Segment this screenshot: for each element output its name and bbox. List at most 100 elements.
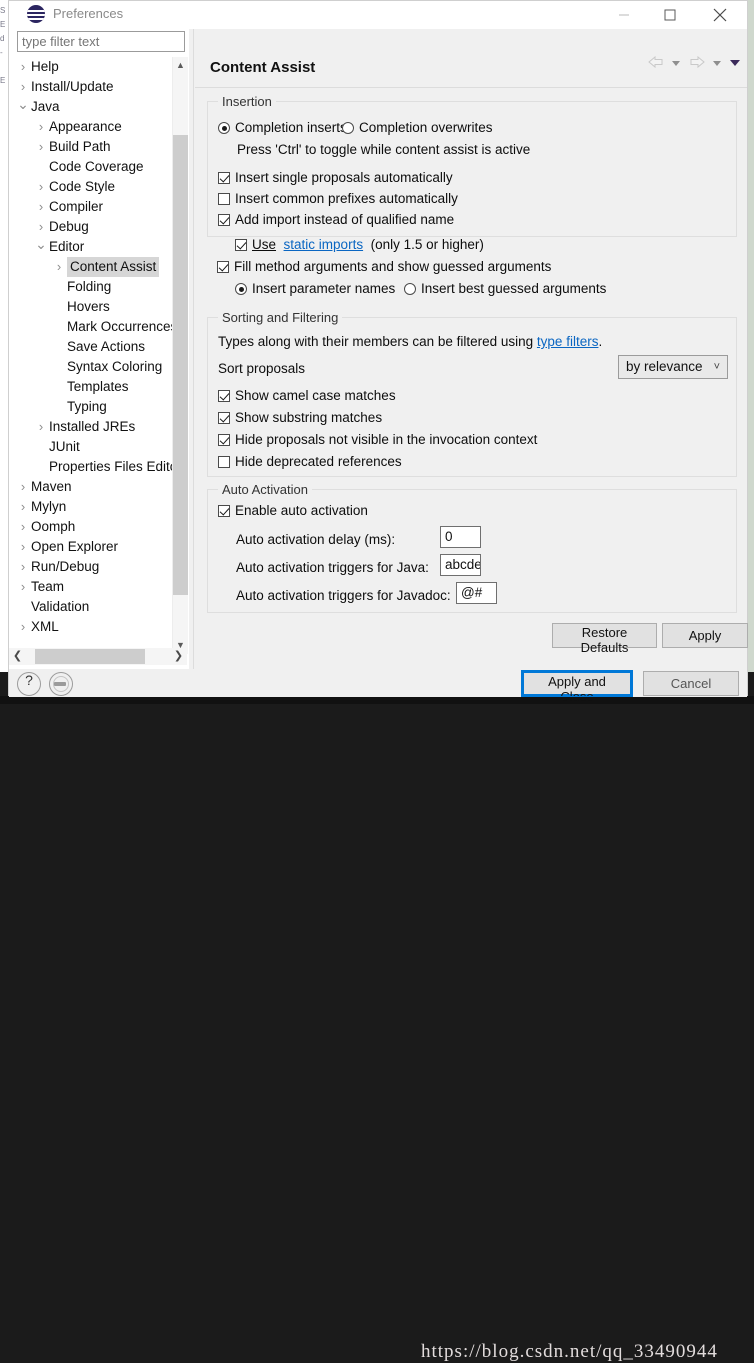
chevron-right-icon[interactable]: › <box>35 197 47 217</box>
close-button[interactable] <box>697 1 743 29</box>
sidebar-item-code-style[interactable]: › Code Style <box>9 177 179 197</box>
checkbox-indicator <box>218 193 230 205</box>
static-imports-link[interactable]: static imports <box>284 237 364 252</box>
sidebar-item-hovers[interactable]: Hovers <box>9 297 179 317</box>
sidebar-item-java[interactable]: ⌄ Java <box>9 97 179 117</box>
sort-proposals-select[interactable]: by relevance ˅ <box>618 355 728 379</box>
scroll-up-icon[interactable]: ▲ <box>173 57 188 74</box>
hide-invisible-proposals-checkbox[interactable]: Hide proposals not visible in the invoca… <box>218 432 537 447</box>
chevron-right-icon[interactable]: › <box>17 557 29 577</box>
chevron-right-icon[interactable]: › <box>53 257 65 277</box>
chevron-right-icon[interactable]: › <box>17 537 29 557</box>
sidebar-item-help[interactable]: › Help <box>9 57 179 77</box>
apply-and-close-button[interactable]: Apply and Close <box>521 670 633 704</box>
import-export-icon[interactable] <box>49 672 73 696</box>
sidebar-item-code-coverage[interactable]: Code Coverage <box>9 157 179 177</box>
chevron-right-icon[interactable]: › <box>17 57 29 77</box>
chevron-right-icon[interactable]: › <box>35 417 47 437</box>
type-filters-link[interactable]: type filters <box>537 334 599 349</box>
sidebar-item-templates[interactable]: Templates <box>9 377 179 397</box>
chevron-right-icon[interactable]: › <box>35 217 47 237</box>
chevron-right-icon[interactable]: › <box>17 77 29 97</box>
sidebar-item-mylyn[interactable]: › Mylyn <box>9 497 179 517</box>
use-static-imports-checkbox[interactable]: Use static imports (only 1.5 or higher) <box>235 237 484 252</box>
sidebar-item-debug[interactable]: › Debug <box>9 217 179 237</box>
auto-activation-javadoc-input[interactable]: @# <box>456 582 497 604</box>
sidebar-item-team[interactable]: › Team <box>9 577 179 597</box>
tree-vertical-scrollbar[interactable]: ▲ ▼ <box>172 57 188 654</box>
help-icon[interactable]: ? <box>17 672 41 696</box>
scroll-right-icon[interactable]: ❯ <box>170 648 187 665</box>
sidebar-item-save-actions[interactable]: Save Actions <box>9 337 179 357</box>
sidebar-item-mark-occurrences[interactable]: Mark Occurrences <box>9 317 179 337</box>
sidebar-item-open-explorer[interactable]: › Open Explorer <box>9 537 179 557</box>
chevron-right-icon[interactable]: › <box>17 617 29 637</box>
fill-method-arguments-checkbox[interactable]: Fill method arguments and show guessed a… <box>217 259 551 274</box>
chevron-down-icon[interactable]: ⌄ <box>35 237 47 251</box>
show-substring-checkbox[interactable]: Show substring matches <box>218 410 382 425</box>
back-arrow-icon[interactable] <box>647 55 665 72</box>
insert-single-proposals-checkbox[interactable]: Insert single proposals automatically <box>218 170 453 185</box>
sidebar-item-build-path[interactable]: › Build Path <box>9 137 179 157</box>
sidebar-item-compiler[interactable]: › Compiler <box>9 197 179 217</box>
search-input[interactable] <box>17 31 185 52</box>
back-menu-chevron-down-icon[interactable] <box>671 56 681 71</box>
insert-common-prefixes-checkbox[interactable]: Insert common prefixes automatically <box>218 191 458 206</box>
scrollbar-thumb-horizontal[interactable] <box>35 649 145 664</box>
chevron-right-icon[interactable]: › <box>35 137 47 157</box>
preferences-tree[interactable]: › Help › Install/Update ⌄ Java › Appearance › Bui… <box>9 57 179 642</box>
sidebar-item-xml[interactable]: › XML <box>9 617 179 637</box>
maximize-button[interactable] <box>647 1 693 29</box>
sorting-filtering-legend: Sorting and Filtering <box>218 310 343 325</box>
view-menu-icon[interactable] <box>729 56 741 71</box>
enable-auto-activation-checkbox[interactable]: Enable auto activation <box>218 503 368 518</box>
scroll-left-icon[interactable]: ❮ <box>9 648 26 665</box>
forward-menu-chevron-down-icon[interactable] <box>712 56 722 71</box>
auto-activation-java-input[interactable]: abcde <box>440 554 481 576</box>
chevron-right-icon[interactable]: › <box>35 117 47 137</box>
chevron-down-icon[interactable]: ⌄ <box>17 97 29 111</box>
sidebar-item-editor[interactable]: ⌄ Editor <box>9 237 179 257</box>
dialog-footer: https://blog.csdn.net/qq_33490944 ? Appl… <box>9 669 747 1362</box>
chevron-right-icon[interactable]: › <box>35 177 47 197</box>
tree-horizontal-scrollbar[interactable]: ❮ ❯ <box>9 648 187 665</box>
insert-parameter-names-radio[interactable]: Insert parameter names <box>235 281 395 296</box>
insert-best-guessed-label: Insert best guessed arguments <box>421 281 607 296</box>
show-camel-case-checkbox[interactable]: Show camel case matches <box>218 388 396 403</box>
sidebar-item-junit[interactable]: JUnit <box>9 437 179 457</box>
sidebar-item-label: Syntax Coloring <box>67 359 163 374</box>
insert-parameter-names-label: Insert parameter names <box>252 281 396 296</box>
cancel-button[interactable]: Cancel <box>643 671 739 696</box>
hide-deprecated-checkbox[interactable]: Hide deprecated references <box>218 454 402 469</box>
sidebar-item-oomph[interactable]: › Oomph <box>9 517 179 537</box>
chevron-right-icon[interactable]: › <box>17 517 29 537</box>
sidebar-item-appearance[interactable]: › Appearance <box>9 117 179 137</box>
sidebar-item-properties-files-editor[interactable]: Properties Files Editor <box>9 457 179 477</box>
sidebar-item-label: Editor <box>49 239 85 254</box>
chevron-right-icon[interactable]: › <box>17 477 29 497</box>
auto-activation-java-label: Auto activation triggers for Java: <box>236 560 429 575</box>
fill-method-arguments-label: Fill method arguments and show guessed a… <box>234 259 552 274</box>
forward-arrow-icon[interactable] <box>688 55 706 72</box>
sidebar-item-installed-jres[interactable]: › Installed JREs <box>9 417 179 437</box>
sidebar-item-folding[interactable]: Folding <box>9 277 179 297</box>
completion-overwrites-radio[interactable]: Completion overwrites <box>342 120 493 135</box>
sidebar-item-install-update[interactable]: › Install/Update <box>9 77 179 97</box>
completion-inserts-radio[interactable]: Completion inserts <box>218 120 347 135</box>
minimize-button[interactable] <box>601 1 647 29</box>
auto-activation-delay-input[interactable]: 0 <box>440 526 481 548</box>
sidebar-item-content-assist[interactable]: › Content Assist <box>9 257 179 277</box>
restore-defaults-button[interactable]: Restore Defaults <box>552 623 657 655</box>
sidebar-item-typing[interactable]: Typing <box>9 397 179 417</box>
sidebar-item-syntax-coloring[interactable]: Syntax Coloring <box>9 357 179 377</box>
chevron-right-icon[interactable]: › <box>17 577 29 597</box>
chevron-right-icon[interactable]: › <box>17 497 29 517</box>
add-import-checkbox[interactable]: Add import instead of qualified name <box>218 212 454 227</box>
sidebar-item-maven[interactable]: › Maven <box>9 477 179 497</box>
insert-best-guessed-radio[interactable]: Insert best guessed arguments <box>404 281 606 296</box>
watermark: https://blog.csdn.net/qq_33490944 <box>421 1341 718 1362</box>
scrollbar-thumb-vertical[interactable] <box>173 135 188 595</box>
apply-button[interactable]: Apply <box>662 623 748 648</box>
sidebar-item-run-debug[interactable]: › Run/Debug <box>9 557 179 577</box>
sidebar-item-validation[interactable]: Validation <box>9 597 179 617</box>
